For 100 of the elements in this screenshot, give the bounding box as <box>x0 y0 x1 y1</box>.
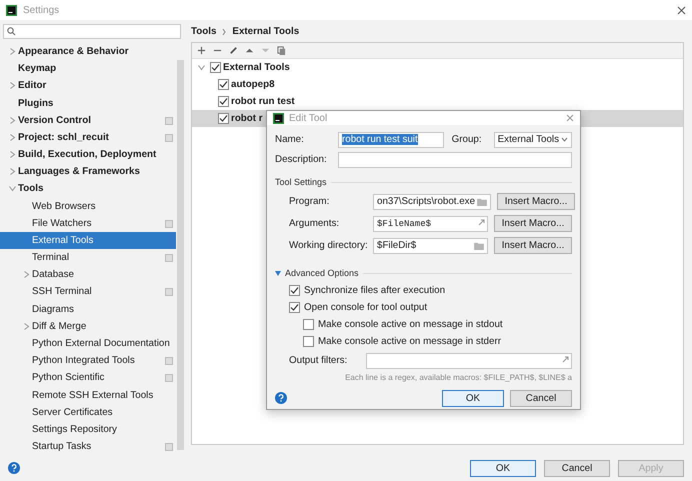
checkbox-label[interactable]: Make console active on message in stdout <box>318 318 503 330</box>
folder-icon[interactable] <box>477 198 488 206</box>
separator-icon <box>222 28 226 34</box>
chevron-icon[interactable] <box>8 168 16 176</box>
sidebar-item[interactable]: Database <box>0 266 176 284</box>
checkbox[interactable] <box>303 318 314 330</box>
chevron-icon[interactable] <box>8 116 16 124</box>
chevron-icon[interactable] <box>8 134 16 141</box>
project-icon <box>165 220 173 228</box>
sidebar-item[interactable]: Editor <box>0 77 176 94</box>
project-icon <box>165 288 173 296</box>
sidebar-item[interactable]: File Watchers <box>0 214 176 232</box>
group-dropdown[interactable]: External Tools <box>494 132 572 148</box>
section-title: Tool Settings <box>275 177 327 187</box>
expand-icon[interactable] <box>562 356 569 362</box>
pencil-icon[interactable] <box>229 46 238 55</box>
chevron-icon[interactable] <box>8 48 16 56</box>
app-icon <box>6 4 17 16</box>
sidebar-item[interactable]: Terminal <box>0 249 176 266</box>
search-icon <box>7 26 17 36</box>
project-icon <box>165 442 173 451</box>
tool-row[interactable]: robot run test <box>192 93 683 110</box>
field-label: Output filters: <box>289 355 348 366</box>
folder-icon[interactable] <box>474 242 484 250</box>
checkbox-label[interactable]: Make console active on message in stderr <box>318 336 501 346</box>
tool-row[interactable]: External Tools <box>192 59 683 76</box>
path-field[interactable]: $FileName$ <box>373 216 488 232</box>
sidebar-item[interactable]: Build, Execution, Deployment <box>0 146 176 164</box>
path-field[interactable]: on37\Scripts\robot.exe <box>373 194 492 210</box>
dialog-title: Edit Tool <box>289 112 328 124</box>
chevron-icon[interactable] <box>22 271 30 278</box>
chevron-icon[interactable] <box>8 185 16 192</box>
sidebar-item[interactable]: External Tools <box>0 232 176 250</box>
sidebar-item[interactable]: SSH Terminal <box>0 283 176 301</box>
help-icon[interactable] <box>275 392 287 404</box>
sidebar-item[interactable]: Diagrams <box>0 300 176 318</box>
tool-row[interactable]: autopep8 <box>192 76 683 93</box>
checkbox[interactable] <box>210 62 221 73</box>
expand-icon[interactable] <box>478 218 485 226</box>
sidebar-item[interactable]: Appearance & Behavior <box>0 42 176 60</box>
description-field[interactable] <box>338 152 572 168</box>
chevron-icon <box>561 137 568 142</box>
window-title: Settings <box>23 4 60 16</box>
sidebar-item[interactable]: Python Scientific <box>0 369 176 386</box>
dialog-button[interactable]: OK <box>470 460 536 476</box>
scrollbar[interactable] <box>177 60 184 450</box>
sidebar-item[interactable]: Diff & Merge <box>0 318 176 335</box>
sidebar-item[interactable]: Startup Tasks <box>0 438 176 456</box>
section-title: Advanced Options <box>285 268 359 278</box>
sidebar-item[interactable]: Python Integrated Tools <box>0 352 176 370</box>
chevron-icon[interactable] <box>198 64 205 71</box>
sidebar-item[interactable]: Project: schl_recuit <box>0 128 176 146</box>
disclosure-icon[interactable] <box>275 270 281 276</box>
field-label: Name: <box>275 134 305 145</box>
field-label: Program: <box>289 196 330 207</box>
insert-macro-button[interactable]: Insert Macro... <box>494 215 572 232</box>
checkbox[interactable] <box>218 113 229 124</box>
down-icon[interactable] <box>261 46 270 55</box>
help-icon[interactable] <box>8 462 20 474</box>
sidebar-item[interactable]: Plugins <box>0 94 176 112</box>
chevron-icon[interactable] <box>8 82 16 90</box>
sidebar-item[interactable]: Python External Documentation <box>0 334 176 352</box>
insert-macro-button[interactable]: Insert Macro... <box>494 237 572 254</box>
checkbox[interactable] <box>289 284 300 296</box>
checkbox[interactable] <box>218 79 229 90</box>
field-label: Arguments: <box>289 218 340 229</box>
sidebar-item[interactable]: Version Control <box>0 112 176 129</box>
dialog-button[interactable]: OK <box>442 390 504 406</box>
breadcrumb-item[interactable]: Tools <box>191 26 216 37</box>
checkbox[interactable] <box>218 96 229 107</box>
path-field[interactable]: $FileDir$ <box>373 238 488 254</box>
sidebar-item[interactable]: Remote SSH External Tools <box>0 386 176 404</box>
chevron-icon[interactable] <box>8 151 16 158</box>
hint-text: Each line is a regex, available macros: $FILE_PATH$, $LINE$ a <box>345 373 572 382</box>
search-field[interactable] <box>3 24 181 39</box>
dialog-button[interactable]: Cancel <box>510 390 572 406</box>
dialog-button[interactable]: Cancel <box>544 460 610 476</box>
checkbox[interactable] <box>303 336 314 346</box>
output-filters-field[interactable] <box>366 352 572 368</box>
insert-macro-button[interactable]: Insert Macro... <box>497 193 576 210</box>
checkbox[interactable] <box>289 302 300 312</box>
checkbox-label[interactable]: Open console for tool output <box>304 302 428 312</box>
sidebar-item[interactable]: Settings Repository <box>0 420 176 438</box>
field-label: Working directory: <box>289 240 369 251</box>
add-icon[interactable] <box>197 46 206 55</box>
up-icon[interactable] <box>245 46 254 55</box>
chevron-icon[interactable] <box>22 322 30 330</box>
copy-icon[interactable] <box>277 46 286 55</box>
project-icon <box>165 254 173 262</box>
field-label: Group: <box>452 134 483 145</box>
breadcrumb-item[interactable]: External Tools <box>232 26 300 37</box>
sidebar-item[interactable]: Keymap <box>0 60 176 78</box>
name-field[interactable]: robot run test suit <box>338 132 444 148</box>
sidebar-item[interactable]: Tools <box>0 180 176 198</box>
field-label: Description: <box>275 154 328 165</box>
checkbox-label[interactable]: Synchronize files after execution <box>304 284 446 296</box>
sidebar-item[interactable]: Web Browsers <box>0 198 176 215</box>
sidebar-item[interactable]: Languages & Frameworks <box>0 163 176 180</box>
close-icon[interactable] <box>677 6 686 14</box>
sidebar-item[interactable]: Server Certificates <box>0 404 176 421</box>
